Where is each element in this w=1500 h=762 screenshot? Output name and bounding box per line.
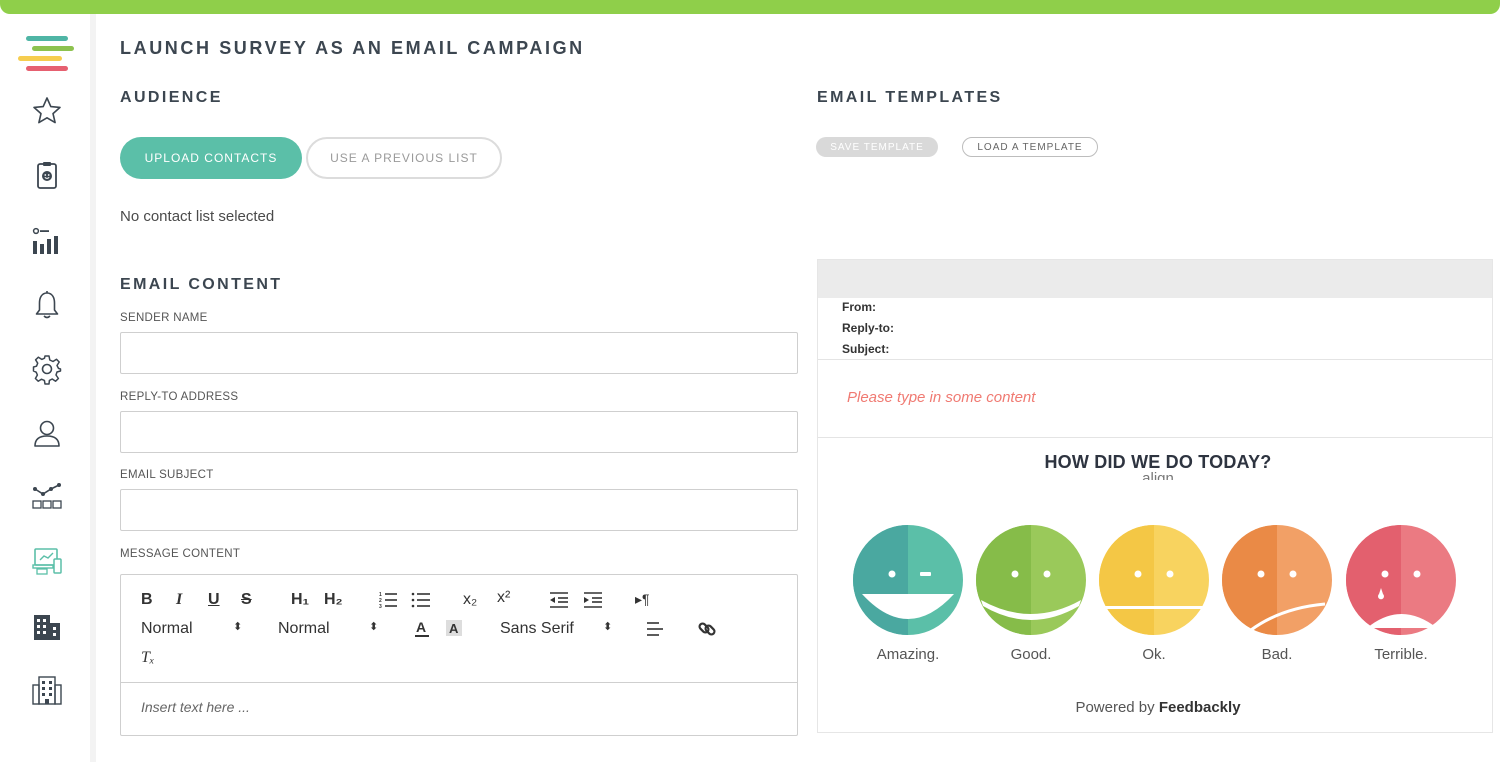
email-subject-input[interactable]: [120, 489, 798, 531]
clipboard-face-icon[interactable]: [30, 158, 64, 192]
align-icon[interactable]: [646, 620, 664, 643]
audience-title: AUDIENCE: [120, 89, 223, 106]
feedbackly-logo[interactable]: [18, 32, 78, 78]
header-select[interactable]: Normal: [278, 620, 330, 638]
save-template-button[interactable]: SAVE TEMPLATE: [816, 137, 938, 157]
sender-name-label: SENDER NAME: [120, 312, 208, 324]
heading1-button[interactable]: H₁: [291, 591, 309, 609]
sidebar: [0, 14, 96, 762]
face-label-amazing: Amazing.: [876, 646, 940, 663]
user-icon[interactable]: [30, 416, 64, 450]
divider: [818, 359, 1492, 360]
load-template-button[interactable]: LOAD A TEMPLATE: [962, 137, 1098, 157]
background-color-icon[interactable]: A: [445, 618, 463, 645]
upload-contacts-button[interactable]: UPLOAD CONTACTS: [120, 137, 302, 179]
face-label-terrible: Terrible.: [1374, 646, 1428, 663]
email-preview: From: Reply-to: Subject: Please type in …: [817, 259, 1493, 733]
message-content-editor[interactable]: Insert text here ...: [141, 699, 250, 715]
svg-text:3: 3: [379, 604, 382, 610]
face-amazing[interactable]: [852, 524, 964, 636]
link-icon[interactable]: [697, 619, 717, 644]
italic-button[interactable]: I: [176, 591, 182, 609]
preview-subject-label: Subject:: [842, 342, 890, 356]
heading2-button[interactable]: H₂: [324, 591, 343, 609]
survey-ghost-text: align: [1142, 470, 1174, 480]
email-content-title: EMAIL CONTENT: [120, 276, 283, 293]
indent-icon[interactable]: [583, 590, 603, 615]
face-label-bad: Bad.: [1261, 646, 1293, 663]
email-subject-label: EMAIL SUBJECT: [120, 469, 214, 481]
bell-icon[interactable]: [30, 288, 64, 322]
face-good[interactable]: [975, 524, 1087, 636]
face-label-ok: Ok.: [1142, 646, 1166, 663]
size-select-arrows-icon[interactable]: ⬍: [233, 620, 242, 633]
preview-content-placeholder: Please type in some content: [847, 389, 1036, 406]
editor-toolbar: B I U S H₁ H₂ 123 x₂ x² ▸¶ Normal ⬍ Norm…: [121, 575, 797, 683]
svg-text:A: A: [416, 619, 426, 635]
face-terrible[interactable]: [1345, 524, 1457, 636]
font-color-icon[interactable]: A: [413, 618, 431, 645]
gear-icon[interactable]: [30, 352, 64, 386]
strikethrough-button[interactable]: S: [241, 591, 252, 609]
reply-to-input[interactable]: [120, 411, 798, 453]
bold-button[interactable]: B: [141, 591, 153, 609]
divider: [818, 437, 1492, 438]
preview-header-bar: [818, 260, 1492, 298]
message-content-label: MESSAGE CONTENT: [120, 548, 241, 560]
sender-name-input[interactable]: [120, 332, 798, 374]
bullet-list-icon[interactable]: [411, 590, 431, 615]
top-accent-bar: [0, 0, 1500, 14]
preview-reply-to-label: Reply-to:: [842, 321, 894, 335]
devices-icon[interactable]: [30, 544, 64, 578]
font-family-select[interactable]: Sans Serif: [500, 620, 574, 638]
powered-by: Powered by Feedbackly: [818, 699, 1498, 716]
size-select[interactable]: Normal: [141, 620, 193, 638]
reply-to-label: REPLY-TO ADDRESS: [120, 391, 239, 403]
email-templates-title: EMAIL TEMPLATES: [817, 89, 1003, 106]
star-icon[interactable]: [30, 94, 64, 128]
use-previous-list-button[interactable]: USE A PREVIOUS LIST: [306, 137, 502, 179]
powered-by-prefix: Powered by: [1075, 699, 1155, 716]
face-bad[interactable]: [1221, 524, 1333, 636]
svg-text:A: A: [449, 621, 459, 636]
header-select-arrows-icon[interactable]: ⬍: [369, 620, 378, 633]
clear-format-button[interactable]: Tₓ: [141, 649, 154, 667]
font-select-arrows-icon[interactable]: ⬍: [603, 620, 612, 633]
building-icon[interactable]: [30, 610, 64, 644]
bar-chart-icon[interactable]: [30, 224, 64, 258]
message-editor: B I U S H₁ H₂ 123 x₂ x² ▸¶ Normal ⬍ Norm…: [120, 574, 798, 736]
face-label-good: Good.: [1010, 646, 1052, 663]
preview-from-label: From:: [842, 300, 876, 314]
subscript-button[interactable]: x₂: [463, 591, 477, 609]
powered-by-brand[interactable]: Feedbackly: [1159, 699, 1241, 716]
trend-network-icon[interactable]: [30, 480, 64, 514]
main-content: LAUNCH SURVEY AS AN EMAIL CAMPAIGN AUDIE…: [120, 14, 1493, 762]
underline-button[interactable]: U: [208, 591, 220, 609]
superscript-button[interactable]: x²: [497, 589, 510, 607]
buildings-icon[interactable]: [30, 674, 64, 708]
page-title: LAUNCH SURVEY AS AN EMAIL CAMPAIGN: [120, 38, 585, 58]
ordered-list-icon[interactable]: 123: [378, 590, 398, 615]
outdent-icon[interactable]: [549, 590, 569, 615]
face-ok[interactable]: [1098, 524, 1210, 636]
text-direction-button[interactable]: ▸¶: [635, 591, 650, 608]
contact-list-status: No contact list selected: [120, 208, 275, 225]
